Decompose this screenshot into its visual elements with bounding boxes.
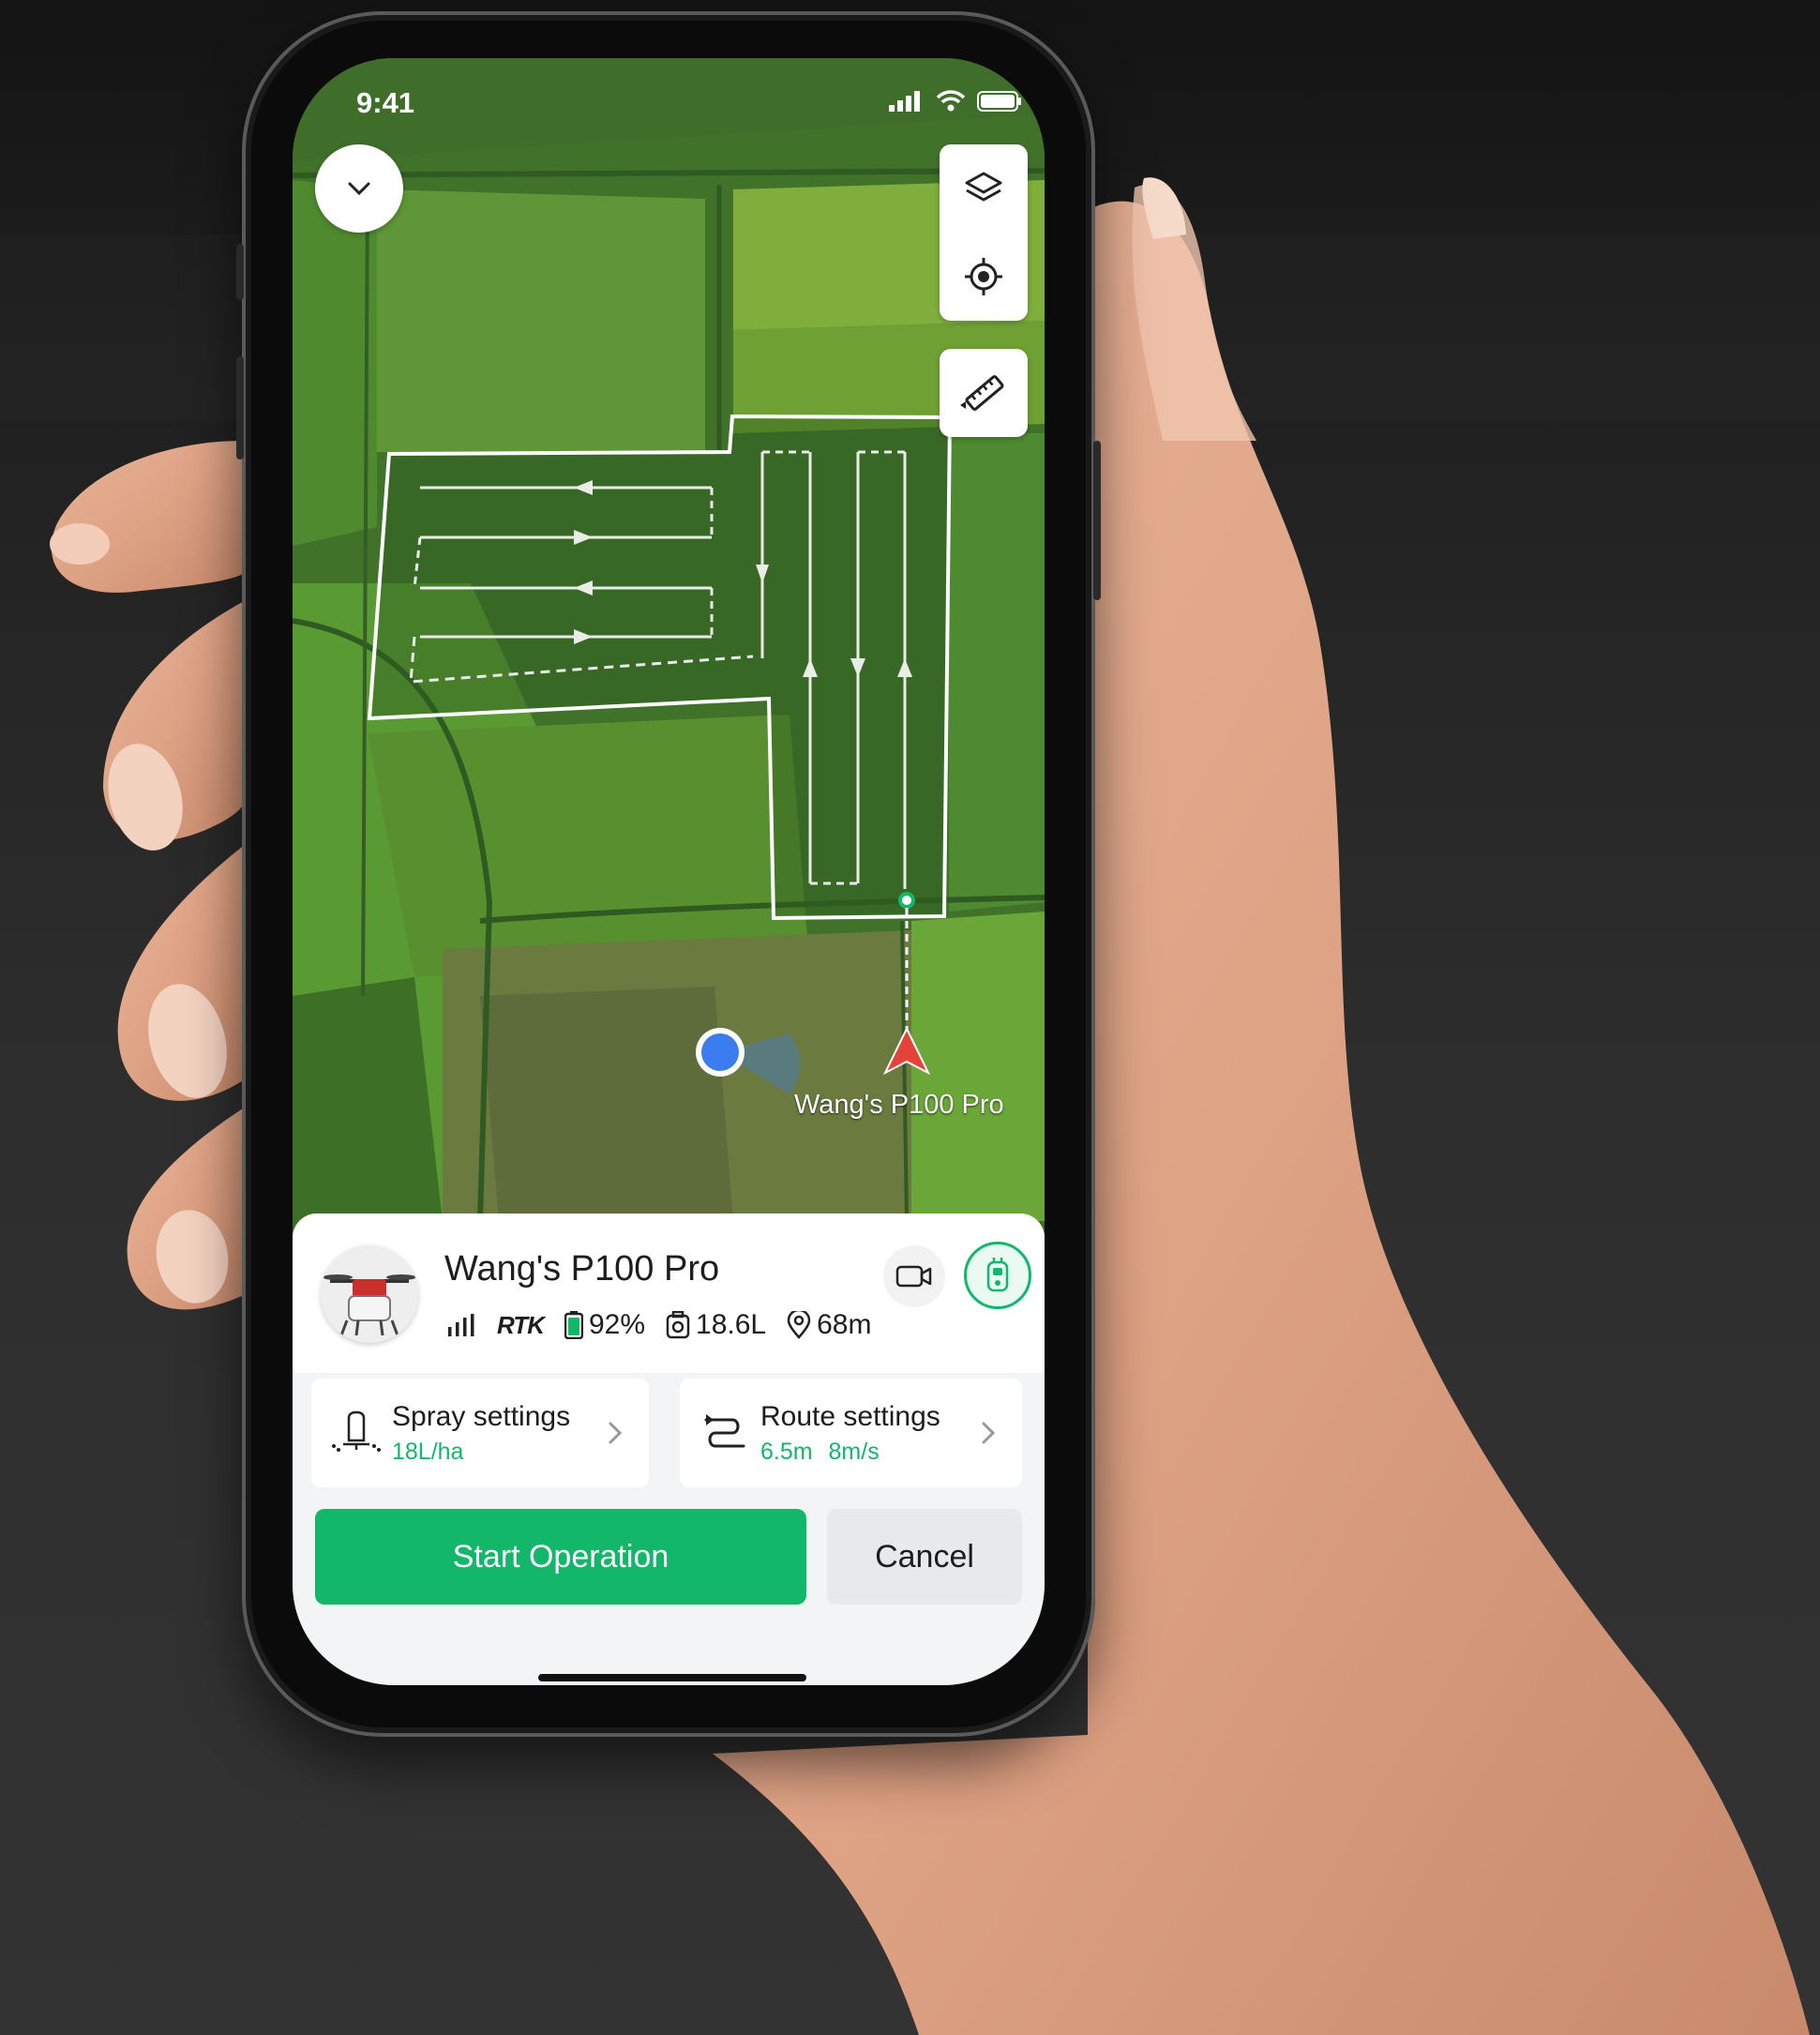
tank-value: 18.6L (696, 1309, 767, 1340)
drone-icon (321, 1245, 418, 1343)
side-button (1093, 441, 1101, 600)
remote-controller-button[interactable] (964, 1242, 1031, 1309)
drone-map-label: Wang's P100 Pro (794, 1090, 1004, 1120)
route-settings-card[interactable]: Route settings 6.5m 8m/s (680, 1379, 1022, 1487)
distance-stat: 68m (787, 1309, 871, 1341)
route-settings-value: 6.5m 8m/s (760, 1438, 880, 1465)
rtk-stat: RTK (497, 1310, 545, 1340)
signal-stat (448, 1314, 476, 1336)
chevron-down-icon (348, 182, 370, 196)
operation-panel: Wang's P100 Pro RTK 92% 18.6L 68m Spray … (293, 1213, 1045, 1685)
sprayer-icon (332, 1410, 381, 1452)
cancel-button[interactable]: Cancel (827, 1509, 1022, 1605)
wifi-icon (936, 90, 966, 112)
spray-settings-value: 18L/ha (392, 1438, 464, 1465)
tank-stat: 18.6L (666, 1309, 766, 1341)
drone-name: Wang's P100 Pro (444, 1249, 720, 1289)
collapse-button[interactable] (315, 144, 403, 233)
battery-icon (977, 91, 1021, 112)
ruler-icon (960, 375, 1004, 411)
rtk-label: RTK (497, 1310, 545, 1339)
status-time: 9:41 (356, 86, 415, 119)
cellular-signal-icon (889, 91, 920, 112)
chevron-right-icon (982, 1422, 996, 1444)
measure-tool-card (940, 349, 1028, 437)
status-icons (889, 90, 1022, 113)
battery-stat: 92% (564, 1309, 645, 1341)
measure-button[interactable] (940, 349, 1028, 437)
drone-stats: RTK 92% 18.6L 68m (448, 1309, 871, 1341)
spray-settings-title: Spray settings (392, 1400, 571, 1432)
remote-controller-icon (986, 1258, 1009, 1292)
app-screen: 9:41 Wang's P100 Pro Wang's P100 Pro RTK… (293, 58, 1045, 1685)
video-button[interactable] (883, 1245, 945, 1307)
spray-settings-text: Spray settings 18L/ha (392, 1401, 570, 1466)
battery-value: 92% (588, 1309, 646, 1340)
drone-info-card: Wang's P100 Pro RTK 92% 18.6L 68m (293, 1213, 1045, 1373)
battery-icon (564, 1311, 583, 1339)
tank-icon (666, 1311, 690, 1339)
sprayer-icon-wrap (330, 1409, 383, 1457)
layers-button[interactable] (940, 144, 1028, 233)
home-indicator (538, 1674, 806, 1681)
signal-strength-icon (448, 1314, 474, 1336)
location-pin-icon (787, 1311, 811, 1339)
route-icon-wrap (699, 1410, 751, 1455)
route-settings-title: Route settings (760, 1400, 940, 1432)
drone-avatar (321, 1245, 418, 1343)
locate-button[interactable] (940, 233, 1028, 321)
video-camera-icon (895, 1265, 932, 1288)
route-icon (704, 1414, 745, 1448)
side-button (236, 244, 244, 300)
satellite-map[interactable] (293, 58, 1045, 1221)
spray-settings-card[interactable]: Spray settings 18L/ha (311, 1379, 649, 1487)
layers-icon (965, 172, 1002, 202)
distance-value: 68m (817, 1309, 872, 1340)
map-tools-card (940, 144, 1028, 321)
chevron-right-icon (609, 1422, 623, 1444)
route-settings-text: Route settings 6.5m 8m/s (760, 1401, 940, 1466)
start-operation-button[interactable]: Start Operation (315, 1509, 806, 1605)
locate-icon (965, 258, 1002, 295)
side-button (236, 356, 244, 460)
